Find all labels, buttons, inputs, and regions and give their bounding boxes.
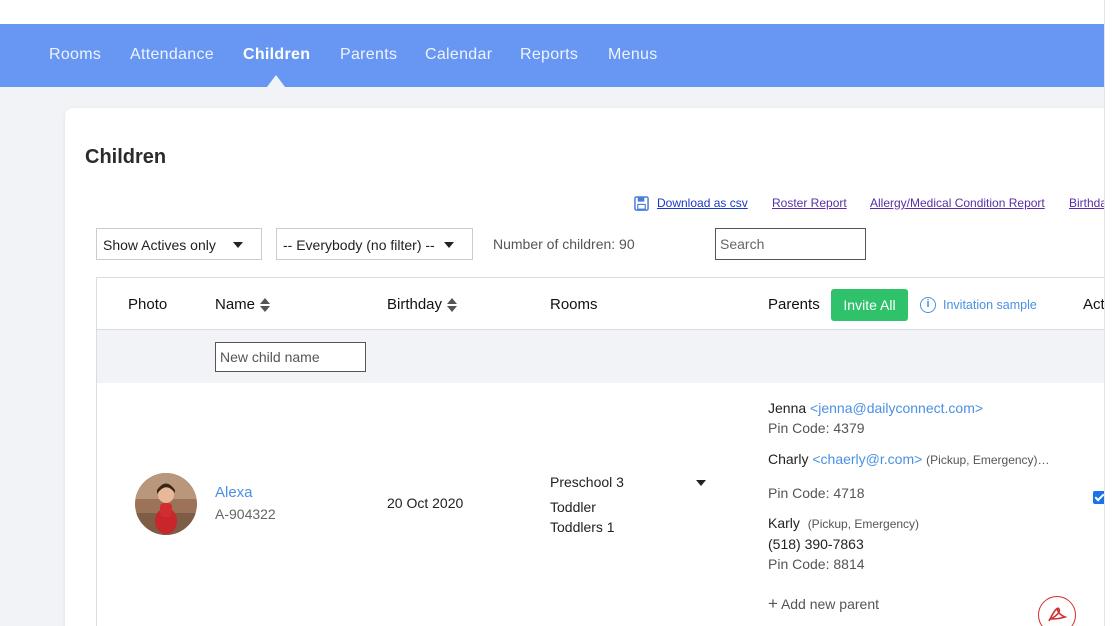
roster-report-link[interactable]: Roster Report xyxy=(772,196,847,210)
nav-rooms[interactable]: Rooms xyxy=(49,46,101,64)
child-photo xyxy=(135,473,197,535)
new-child-row xyxy=(97,330,1105,383)
header-active: Act xyxy=(1083,296,1105,313)
room-item: Toddlers 1 xyxy=(550,519,615,535)
header-parents: Parents xyxy=(768,296,820,313)
chevron-down-icon xyxy=(233,242,243,248)
chevron-down-icon xyxy=(444,242,454,248)
pdf-glyph xyxy=(1048,607,1068,622)
download-csv-link[interactable]: Download as csv xyxy=(657,196,748,210)
sort-icon[interactable] xyxy=(447,298,458,313)
plus-icon: + xyxy=(768,594,778,613)
header-birthday-label: Birthday xyxy=(387,296,443,313)
save-icon[interactable] xyxy=(634,196,649,211)
parent-name: Charly xyxy=(768,451,809,467)
status-filter-value: Show Actives only xyxy=(103,237,216,253)
parent-entry: Charly <chaerly@r.com> (Pickup, Emergenc… xyxy=(768,451,1050,467)
search-input[interactable] xyxy=(715,228,866,260)
group-filter-value: -- Everybody (no filter) -- xyxy=(283,237,435,253)
child-name-link[interactable]: Alexa xyxy=(215,484,253,501)
new-child-name-input[interactable] xyxy=(215,342,366,372)
parent-pin: Pin Code: 4379 xyxy=(768,420,865,436)
window-edge xyxy=(1105,0,1120,626)
room-select[interactable]: Preschool 3 xyxy=(550,474,624,490)
header-name[interactable]: Name xyxy=(215,296,271,313)
parent-name: Karly xyxy=(768,515,800,531)
window-divider xyxy=(1104,0,1105,626)
status-filter-select[interactable]: Show Actives only xyxy=(96,228,262,260)
chevron-down-icon[interactable] xyxy=(696,480,706,486)
parent-role: (Pickup, Emergency)… xyxy=(926,453,1050,467)
birthday-report-link[interactable]: Birthda xyxy=(1069,196,1105,210)
add-new-parent-label: Add new parent xyxy=(780,596,880,612)
child-avatar[interactable] xyxy=(135,473,197,535)
parent-entry: Jenna <jenna@dailyconnect.com> xyxy=(768,400,983,416)
parent-name: Jenna xyxy=(768,400,807,416)
table-row: Alexa A-904322 20 Oct 2020 Preschool 3 T… xyxy=(97,383,1105,626)
page-title: Children xyxy=(85,146,167,168)
child-id: A-904322 xyxy=(215,506,276,522)
nav-calendar[interactable]: Calendar xyxy=(425,46,492,64)
group-filter-select[interactable]: -- Everybody (no filter) -- xyxy=(276,228,473,260)
active-tab-caret xyxy=(267,75,285,87)
allergy-report-link[interactable]: Allergy/Medical Condition Report xyxy=(870,196,1045,210)
nav-reports[interactable]: Reports xyxy=(520,46,578,64)
parent-entry: Karly (Pickup, Emergency) xyxy=(768,515,919,531)
parent-email[interactable]: <chaerly@r.com> xyxy=(812,451,922,467)
parent-pin: Pin Code: 8814 xyxy=(768,556,865,572)
nav-attendance[interactable]: Attendance xyxy=(130,46,214,64)
sort-icon[interactable] xyxy=(260,298,271,313)
top-strip xyxy=(0,0,1105,24)
nav-menus[interactable]: Menus xyxy=(608,46,658,64)
children-table: Photo Name Birthday Rooms Parents Invite… xyxy=(96,277,1105,626)
parent-role: (Pickup, Emergency) xyxy=(807,517,920,531)
invite-all-button[interactable]: Invite All xyxy=(831,289,908,321)
info-icon[interactable]: i xyxy=(920,297,936,313)
parent-email[interactable]: <jenna@dailyconnect.com> xyxy=(810,400,983,416)
add-new-parent-button[interactable]: + Add new parent xyxy=(768,594,879,614)
child-birthday: 20 Oct 2020 xyxy=(387,495,464,511)
children-count: Number of children: 90 xyxy=(493,236,635,252)
room-item: Toddler xyxy=(550,499,596,515)
parent-pin: Pin Code: 4718 xyxy=(768,485,865,501)
header-rooms: Rooms xyxy=(550,296,598,313)
header-name-label: Name xyxy=(215,296,256,313)
header-photo: Photo xyxy=(128,296,168,313)
top-navbar: Rooms Attendance Children Parents Calend… xyxy=(0,24,1105,87)
children-panel: Children Download as csv Roster Report A… xyxy=(65,108,1105,626)
header-birthday[interactable]: Birthday xyxy=(387,296,458,313)
parent-phone: (518) 390-7863 xyxy=(768,536,864,552)
table-header: Photo Name Birthday Rooms Parents Invite… xyxy=(97,278,1105,330)
pdf-icon[interactable] xyxy=(1038,596,1076,626)
nav-children[interactable]: Children xyxy=(243,46,310,64)
invitation-sample-link[interactable]: Invitation sample xyxy=(943,298,1037,312)
nav-parents[interactable]: Parents xyxy=(340,46,397,64)
